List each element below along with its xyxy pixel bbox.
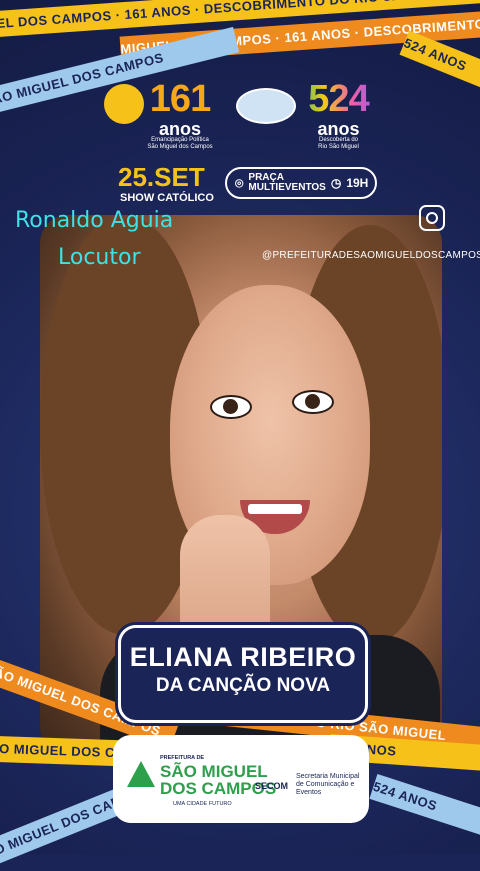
footer-logos-card: PREFEITURA DE SÃO MIGUEL DOS CAMPOS UMA … — [113, 735, 369, 823]
discovery-sub2: Rio São Miguel — [318, 144, 359, 150]
clock-icon: ◷ — [330, 176, 342, 190]
place-line2: MULTIEVENTOS — [248, 182, 326, 193]
instagram-handle: @PREFEITURADESAOMIGUELDOSCAMPOS — [262, 250, 480, 261]
overlay-name: Ronaldo Aguia — [15, 208, 174, 233]
event-date: 25.SET — [118, 162, 205, 192]
city-name: SÃO MIGUEL DOS CAMPOS — [160, 763, 276, 797]
event-type: SHOW CATÓLICO — [120, 192, 214, 204]
event-time: 19H — [346, 176, 369, 190]
eye-left — [210, 395, 252, 419]
artist-name: ELIANA RIBEIRO — [129, 642, 357, 672]
eye-right — [292, 390, 334, 414]
emancipation-logo: 161 anos Emancipação Política São Miguel… — [104, 78, 216, 151]
bird-logo-icon — [127, 761, 155, 787]
artist-subtitle: DA CANÇÃO NOVA — [155, 675, 331, 696]
event-place: PRAÇA MULTIEVENTOS — [248, 173, 325, 193]
city-slogan: UMA CIDADE FUTURO — [173, 801, 232, 807]
discovery-logo: 524 anos Descoberta do Rio São Miguel — [236, 78, 381, 151]
archer-emblem-icon — [104, 84, 144, 124]
secom-description: Secretaria Municipal de Comunicação e Ev… — [296, 773, 360, 796]
instagram-icon — [419, 205, 445, 231]
ribbon-bottom-yellow: SÃO MIGUEL DOS CAMPOS · 161 ANOS — [0, 735, 131, 767]
artist-name-card: ELIANA RIBEIRO DA CANÇÃO NOVA — [118, 625, 368, 723]
location-pin-icon: ⌾ — [235, 174, 244, 191]
ribbon-text: SÃO MIGUEL DOS CAMPOS · 161 ANOS — [0, 740, 130, 764]
discovery-anos: anos — [317, 119, 360, 139]
discovery-number: 524 — [296, 78, 381, 121]
river-emblem-icon — [236, 88, 296, 124]
prefeitura-label: PREFEITURA DE — [160, 755, 205, 761]
secom-logo: SECOM — [255, 781, 289, 791]
anniversary-number: 161 — [149, 78, 211, 120]
anniversary-sub1: Emancipação Política — [151, 137, 209, 143]
anniversary-sub2: São Miguel dos Campos — [147, 144, 213, 150]
anniversary-anos: anos — [158, 119, 201, 139]
overlay-role: Locutor — [58, 245, 141, 270]
event-place-pill: ⌾ PRAÇA MULTIEVENTOS ◷ 19H — [225, 167, 377, 199]
discovery-sub1: Descoberta do — [318, 137, 359, 143]
